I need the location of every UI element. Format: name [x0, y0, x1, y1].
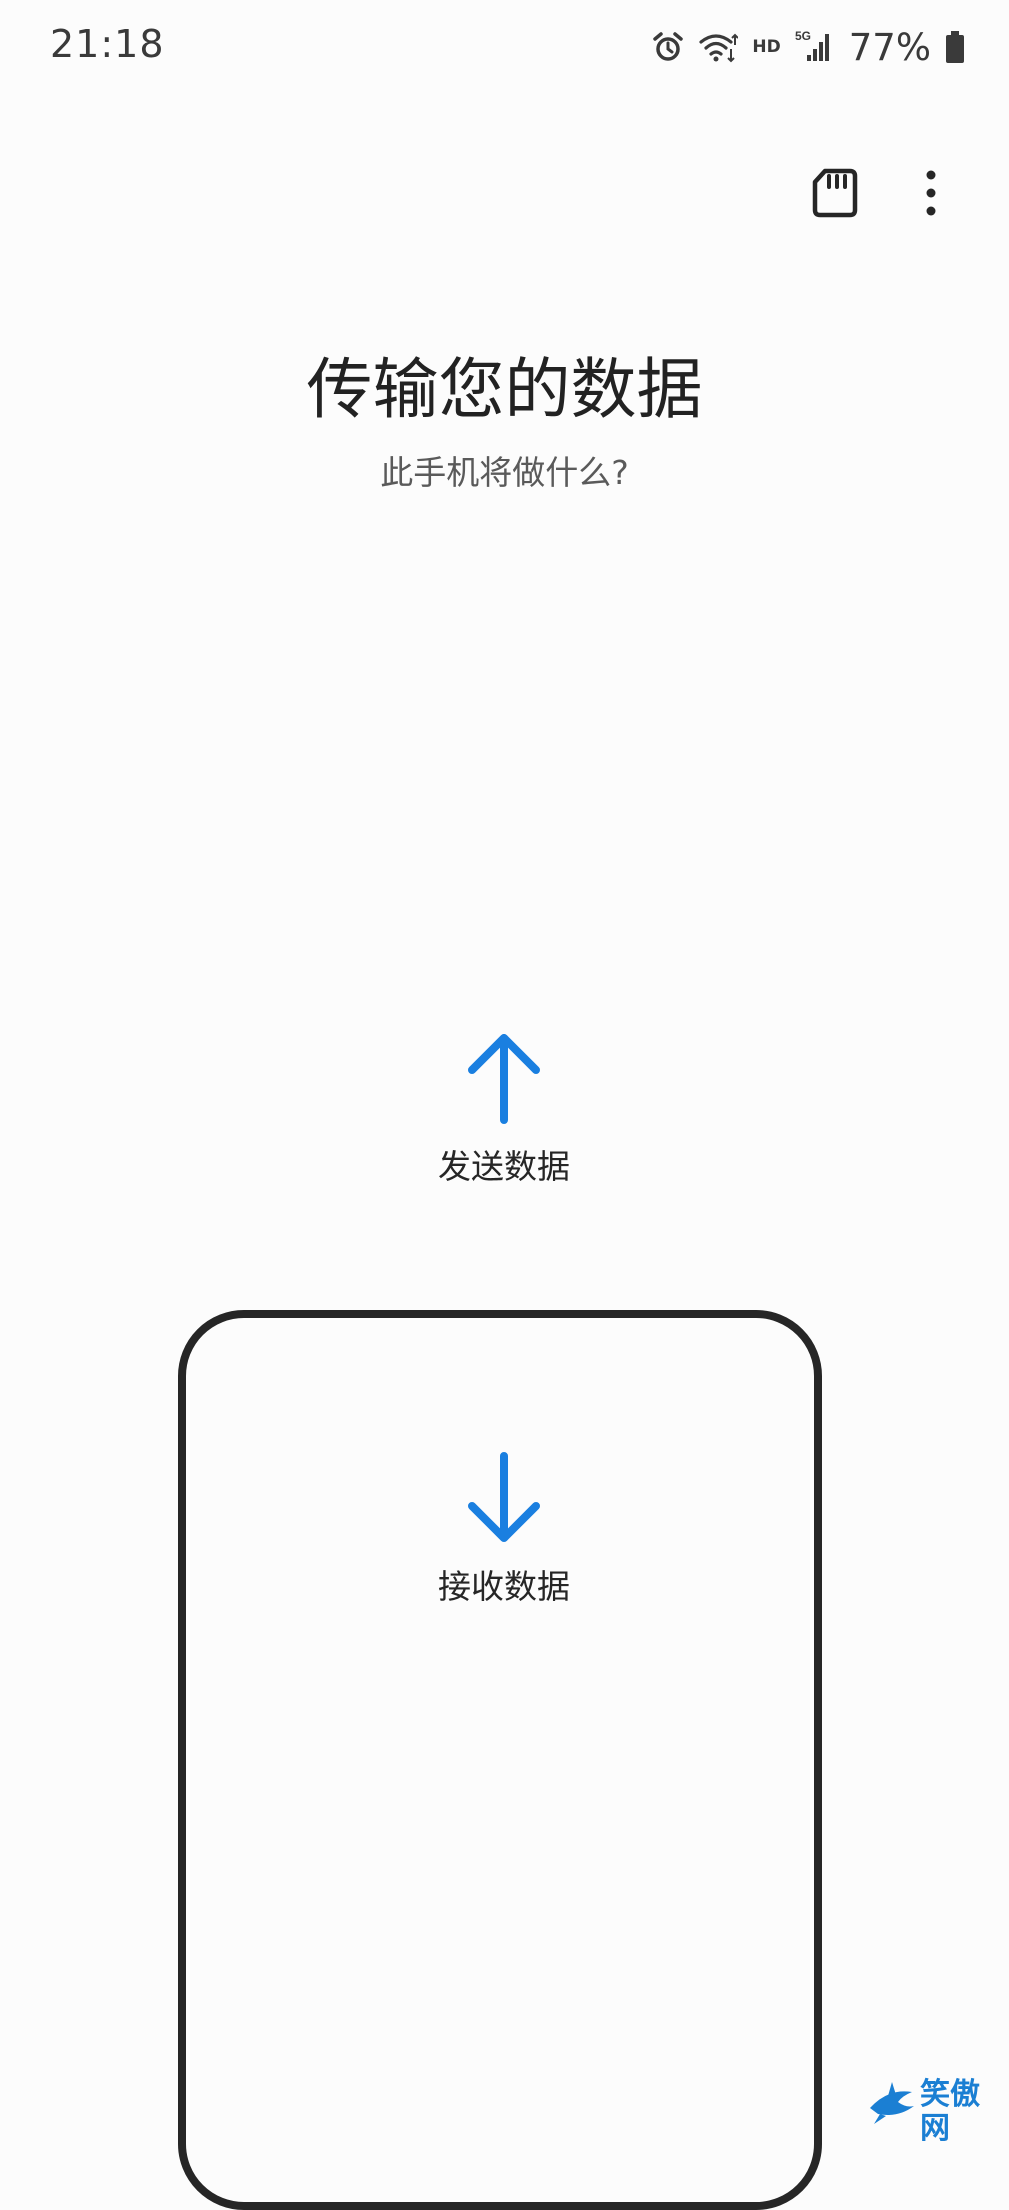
arrow-down-icon — [354, 1450, 654, 1546]
watermark-text: 笑傲网 — [920, 2077, 980, 2146]
hd-voice-icon: HD — [752, 37, 781, 57]
shark-logo-icon — [868, 2078, 916, 2130]
sd-card-button[interactable] — [800, 160, 870, 230]
phone-outline — [178, 1310, 822, 2210]
receive-data-label: 接收数据 — [438, 1567, 570, 1606]
battery-icon — [945, 30, 965, 64]
watermark: 笑傲网 — [868, 2078, 1008, 2146]
battery-percent: 77% — [848, 25, 931, 69]
sd-card-icon — [812, 168, 858, 222]
arrow-up-icon — [354, 1030, 654, 1126]
page-title: 传输您的数据 — [306, 351, 703, 428]
more-options-button[interactable] — [896, 160, 966, 230]
send-data-label: 发送数据 — [438, 1147, 570, 1186]
5g-signal-icon: 5G — [795, 29, 831, 65]
more-options-icon — [925, 169, 937, 221]
alarm-icon — [652, 31, 684, 63]
status-icons: HD 5G 77% — [652, 22, 965, 72]
wifi-icon — [698, 31, 739, 63]
status-time: 21:18 — [50, 22, 165, 66]
page-subtitle: 此手机将做什么? — [380, 453, 629, 492]
receive-data-option[interactable]: 接收数据 — [354, 1450, 654, 1630]
network-label: 5G — [795, 29, 811, 43]
status-bar: 21:18 HD 5G 77% — [0, 0, 1009, 95]
send-data-option[interactable]: 发送数据 — [354, 1030, 654, 1210]
